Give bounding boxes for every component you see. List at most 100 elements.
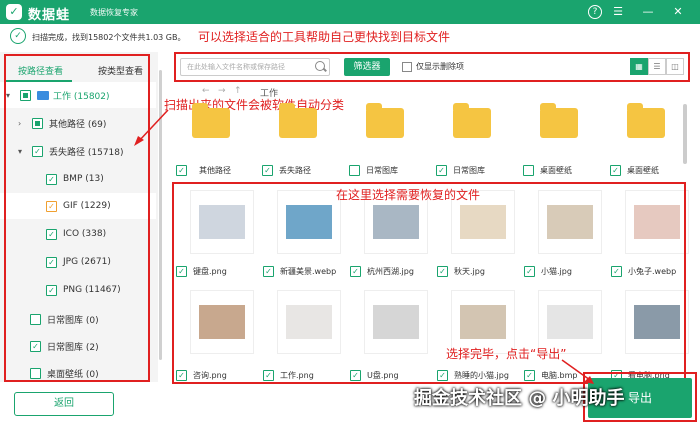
tree-item-label: 日常图库 (2) <box>47 342 99 353</box>
search-icon[interactable] <box>315 61 325 71</box>
folder-icon[interactable] <box>366 103 404 138</box>
file-thumbnail[interactable] <box>364 290 428 354</box>
checkbox[interactable]: ✓ <box>437 370 448 381</box>
tree-item-daily-gallery[interactable]: 日常图库 (0) <box>30 306 99 332</box>
checkbox[interactable] <box>402 61 412 72</box>
file-thumbnail[interactable] <box>277 190 341 254</box>
file-item[interactable]: ✓ 工作.png <box>263 370 314 381</box>
back-button[interactable]: 返回 <box>14 392 114 416</box>
file-thumbnail[interactable] <box>190 290 254 354</box>
folder-icon[interactable] <box>540 103 578 138</box>
checkbox[interactable]: ✓ <box>46 173 57 185</box>
folder-label: 日常图库 <box>453 166 485 175</box>
tree-item-other-path[interactable]: › 其他路径 (69) <box>18 110 106 136</box>
checkbox[interactable]: ✓ <box>610 165 621 176</box>
file-thumbnail[interactable] <box>190 190 254 254</box>
search-input[interactable]: 在此处输入文件名称或保存路径 <box>180 58 330 76</box>
checkbox[interactable] <box>30 367 41 379</box>
file-item[interactable]: ✓ 小兔子.webp <box>611 266 676 277</box>
tree-item-ico[interactable]: ✓ ICO (338) <box>46 221 106 247</box>
up-arrow-icon[interactable]: ↑ <box>234 86 242 96</box>
content-scrollbar[interactable] <box>683 104 687 164</box>
folder-item[interactable]: ✓ 丢失路径 <box>262 165 311 176</box>
list-view-icon[interactable]: ☰ <box>648 58 666 75</box>
checkbox[interactable]: ✓ <box>46 284 57 296</box>
file-item[interactable]: ✓ 新疆美景.webp <box>263 266 336 277</box>
checkbox[interactable]: ✓ <box>524 266 535 277</box>
annotation-bottom: 选择完毕，点击“导出” <box>446 347 567 361</box>
checkbox[interactable]: ✓ <box>46 228 57 240</box>
file-label: 工作.png <box>280 371 314 380</box>
checkbox[interactable]: ✓ <box>176 266 187 277</box>
checkbox[interactable]: ✓ <box>350 370 361 381</box>
file-item[interactable]: ✓ U盘.png <box>350 370 399 381</box>
tree-item-lost-path[interactable]: ▾ ✓ 丢失路径 (15718) <box>18 138 124 164</box>
file-item[interactable]: ✓ 杭州西湖.jpg <box>350 266 414 277</box>
file-thumbnail[interactable] <box>625 290 689 354</box>
detail-view-icon[interactable]: ◫ <box>666 58 684 75</box>
tree-item-desktop-wallpaper[interactable]: 桌面壁纸 (0) <box>30 360 99 386</box>
folder-icon[interactable] <box>279 103 317 138</box>
checkbox[interactable] <box>20 89 31 101</box>
chevron-down-icon[interactable]: ▾ <box>18 147 28 156</box>
checkbox[interactable]: ✓ <box>30 340 41 352</box>
tab-by-type[interactable]: 按类型查看 <box>98 64 143 77</box>
file-item[interactable]: ✓ 小猫.jpg <box>524 266 572 277</box>
folder-item[interactable]: 桌面壁纸 <box>523 165 572 176</box>
checkbox[interactable]: ✓ <box>176 370 187 381</box>
checkbox[interactable] <box>523 165 534 176</box>
tree-item-bmp[interactable]: ✓ BMP (13) <box>46 166 104 192</box>
help-icon[interactable]: ? <box>588 5 602 19</box>
tab-by-path[interactable]: 按路径查看 <box>18 64 63 77</box>
checkbox[interactable]: ✓ <box>46 200 57 212</box>
close-icon[interactable]: ✕ <box>670 4 686 20</box>
back-arrow-icon[interactable]: ← <box>202 86 210 96</box>
file-thumbnail[interactable] <box>538 190 602 254</box>
folder-icon[interactable] <box>192 103 230 138</box>
folder-label: 日常图库 <box>366 166 398 175</box>
checkbox[interactable]: ✓ <box>437 266 448 277</box>
checkbox[interactable]: ✓ <box>32 145 43 157</box>
chevron-down-icon[interactable]: ▾ <box>6 91 16 100</box>
menu-icon[interactable]: ☰ <box>610 4 626 20</box>
chevron-right-icon[interactable]: › <box>18 119 28 128</box>
folder-icon[interactable] <box>627 103 665 138</box>
checkbox[interactable]: ✓ <box>262 165 273 176</box>
grid-view-icon[interactable]: ▦ <box>630 58 648 75</box>
file-thumbnail[interactable] <box>277 290 341 354</box>
filter-button[interactable]: 筛选器 <box>344 58 390 76</box>
minimize-icon[interactable]: — <box>640 4 656 20</box>
folder-item[interactable]: 日常图库 <box>349 165 398 176</box>
tree-item-label: GIF (1229) <box>63 201 111 211</box>
forward-arrow-icon[interactable]: → <box>218 86 226 96</box>
checkbox[interactable]: ✓ <box>524 370 535 381</box>
checkbox[interactable] <box>32 117 43 129</box>
file-thumbnail[interactable] <box>625 190 689 254</box>
tree-item-gif[interactable]: ✓ GIF (1229) <box>0 193 156 219</box>
checkbox[interactable]: ✓ <box>263 370 274 381</box>
file-label: 秋天.jpg <box>454 267 485 276</box>
folder-item[interactable]: ✓ 其他路径 <box>176 165 231 176</box>
file-label: 小兔子.webp <box>628 267 677 276</box>
checkbox[interactable] <box>349 165 360 176</box>
checkbox[interactable]: ✓ <box>611 266 622 277</box>
folder-item[interactable]: ✓ 桌面壁纸 <box>610 165 659 176</box>
tree-item-jpg[interactable]: ✓ JPG (2671) <box>46 249 111 275</box>
tree-item-daily-gallery-2[interactable]: ✓ 日常图库 (2) <box>30 333 99 359</box>
file-item[interactable]: ✓ 咨询.png <box>176 370 227 381</box>
checkbox[interactable] <box>30 313 41 325</box>
checkbox[interactable]: ✓ <box>350 266 361 277</box>
folder-item[interactable]: ✓ 日常图库 <box>436 165 485 176</box>
checkbox[interactable]: ✓ <box>263 266 274 277</box>
file-item[interactable]: ✓ 熟睡的小猫.jpg <box>437 370 509 381</box>
checkbox[interactable]: ✓ <box>46 256 57 268</box>
tree-item-label: 工作 (15802) <box>53 91 110 102</box>
folder-icon[interactable] <box>453 103 491 138</box>
show-deleted-only-toggle[interactable]: 仅显示删除项 <box>402 61 464 72</box>
tree-item-png[interactable]: ✓ PNG (11467) <box>46 277 121 303</box>
checkbox[interactable]: ✓ <box>176 165 187 176</box>
file-item[interactable]: ✓ 秋天.jpg <box>437 266 485 277</box>
checkbox[interactable]: ✓ <box>436 165 447 176</box>
file-item[interactable]: ✓ 键盘.png <box>176 266 227 277</box>
tree-item-work[interactable]: ▾ 工作 (15802) <box>0 82 156 108</box>
